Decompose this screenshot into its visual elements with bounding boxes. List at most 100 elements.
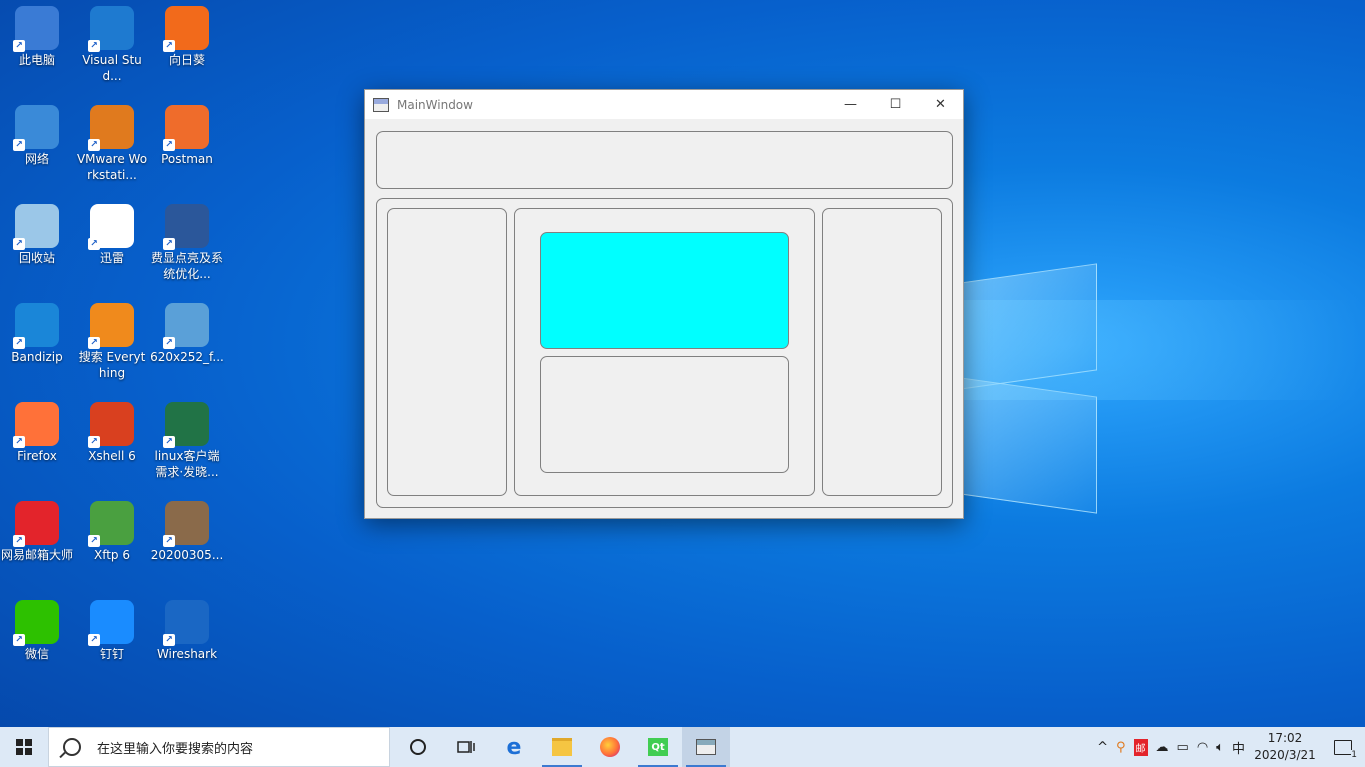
network-wifi-icon[interactable]: ◠: [1197, 740, 1208, 755]
shortcut-arrow-icon: ↗: [163, 436, 175, 448]
lower-center-panel: [540, 356, 789, 473]
desktop-icon[interactable]: ↗ Visual Stud...: [75, 6, 149, 84]
desktop-icon[interactable]: ↗ 此电脑: [0, 6, 74, 68]
windows-start-icon: [16, 739, 32, 755]
maximize-button[interactable]: ☐: [873, 90, 918, 119]
edge-icon: e: [506, 734, 522, 760]
taskbar: 在这里输入你要搜索的内容 e Qt ^ ⚲ 邮 ☁ ▭ ◠ 🔈︎ 中 17:02: [0, 727, 1365, 767]
show-hidden-icons-button[interactable]: ^: [1097, 740, 1108, 755]
shortcut-arrow-icon: ↗: [163, 238, 175, 250]
excel-doc-icon: ↗: [163, 402, 209, 448]
desktop-icon[interactable]: ↗ 20200305...: [150, 501, 224, 563]
main-window[interactable]: MainWindow — ☐ ✕: [364, 89, 964, 519]
desktop-icon-label: 20200305...: [150, 548, 224, 562]
left-panel: [387, 208, 507, 496]
firefox-icon: [600, 737, 620, 757]
shortcut-arrow-icon: ↗: [13, 139, 25, 151]
everything-search-icon: ↗: [88, 303, 134, 349]
cortana-button[interactable]: [394, 727, 442, 767]
desktop-icon-label: 钉钉: [99, 647, 124, 661]
netease-mail-icon: ↗: [13, 501, 59, 547]
xftp-icon: ↗: [88, 501, 134, 547]
search-placeholder: 在这里输入你要搜索的内容: [97, 741, 254, 757]
notification-count: 1: [1351, 750, 1357, 760]
shortcut-arrow-icon: ↗: [88, 139, 100, 151]
desktop-icon[interactable]: ↗ Xshell 6: [75, 402, 149, 464]
shortcut-arrow-icon: ↗: [88, 40, 100, 52]
shortcut-arrow-icon: ↗: [88, 634, 100, 646]
minimize-button[interactable]: —: [828, 90, 873, 119]
image-file-icon: ↗: [163, 501, 209, 547]
shortcut-arrow-icon: ↗: [88, 535, 100, 547]
desktop-icon[interactable]: ↗ 620x252_f...: [150, 303, 224, 365]
shortcut-arrow-icon: ↗: [163, 40, 175, 52]
shortcut-arrow-icon: ↗: [13, 40, 25, 52]
desktop-icon[interactable]: ↗ 费显点亮及系统优化...: [150, 204, 224, 282]
notification-icon: [1334, 739, 1352, 755]
task-view-icon: [457, 741, 475, 753]
this-pc-icon: ↗: [13, 6, 59, 52]
netease-mail-tray-icon[interactable]: 邮: [1133, 738, 1148, 756]
sunflower-icon: ↗: [163, 6, 209, 52]
desktop-icon-label: VMware Workstati...: [76, 152, 148, 182]
desktop-icon[interactable]: ↗ Firefox: [0, 402, 74, 464]
desktop-icon[interactable]: ↗ linux客户端需求·发晓...: [150, 402, 224, 480]
action-center-button[interactable]: 1: [1321, 727, 1365, 767]
firefox-button[interactable]: [586, 727, 634, 767]
desktop-icon-label: 费显点亮及系统优化...: [150, 251, 223, 281]
desktop-icon[interactable]: ↗ 网络: [0, 105, 74, 167]
clock[interactable]: 17:02 2020/3/21: [1249, 730, 1321, 764]
desktop-icon-label: Bandizip: [11, 350, 63, 364]
shortcut-arrow-icon: ↗: [163, 337, 175, 349]
desktop-icon-label: 迅雷: [99, 251, 124, 265]
window-titlebar[interactable]: MainWindow — ☐ ✕: [365, 90, 963, 119]
window-title: MainWindow: [397, 97, 473, 112]
start-button[interactable]: [0, 727, 48, 767]
task-view-button[interactable]: [442, 727, 490, 767]
desktop-icon[interactable]: ↗ Xftp 6: [75, 501, 149, 563]
cyan-panel: [540, 232, 789, 349]
onedrive-icon[interactable]: ☁: [1156, 740, 1169, 755]
desktop-icon[interactable]: ↗ Wireshark: [150, 600, 224, 662]
desktop-icon[interactable]: ↗ 搜索 Everything: [75, 303, 149, 381]
shortcut-arrow-icon: ↗: [163, 535, 175, 547]
everything-tray-icon[interactable]: ⚲: [1116, 740, 1126, 755]
desktop-icon[interactable]: ↗ 微信: [0, 600, 74, 662]
close-button[interactable]: ✕: [918, 90, 963, 119]
desktop-icon[interactable]: ↗ Postman: [150, 105, 224, 167]
qt-creator-icon: Qt: [648, 738, 668, 756]
network-icon: ↗: [13, 105, 59, 151]
desktop-icon[interactable]: ↗ 向日葵: [150, 6, 224, 68]
cortana-icon: [410, 739, 426, 755]
desktop-icon[interactable]: ↗ 钉钉: [75, 600, 149, 662]
volume-icon[interactable]: 🔈︎: [1216, 740, 1224, 755]
desktop-icon[interactable]: ↗ VMware Workstati...: [75, 105, 149, 183]
taskbar-search-box[interactable]: 在这里输入你要搜索的内容: [48, 727, 390, 767]
shortcut-arrow-icon: ↗: [13, 337, 25, 349]
qt-creator-button[interactable]: Qt: [634, 727, 682, 767]
firefox-icon: ↗: [13, 402, 59, 448]
battery-icon[interactable]: ▭: [1177, 740, 1189, 755]
edge-button[interactable]: e: [490, 727, 538, 767]
file-explorer-button[interactable]: [538, 727, 586, 767]
shortcut-arrow-icon: ↗: [88, 436, 100, 448]
desktop-icon-label: 向日葵: [168, 53, 205, 67]
desktop-icon[interactable]: ↗ Bandizip: [0, 303, 74, 365]
desktop-icon-label: 回收站: [18, 251, 55, 265]
desktop-icon-label: 此电脑: [18, 53, 55, 67]
shortcut-arrow-icon: ↗: [13, 634, 25, 646]
desktop-icon[interactable]: ↗ 网易邮箱大师: [0, 501, 74, 563]
shortcut-arrow-icon: ↗: [163, 634, 175, 646]
recycle-bin-icon: ↗: [13, 204, 59, 250]
ime-indicator[interactable]: 中: [1232, 738, 1245, 757]
xshell-icon: ↗: [88, 402, 134, 448]
desktop-icon[interactable]: ↗ 回收站: [0, 204, 74, 266]
postman-icon: ↗: [163, 105, 209, 151]
shortcut-arrow-icon: ↗: [13, 436, 25, 448]
search-icon: [63, 738, 81, 756]
desktop-icon[interactable]: ↗ 迅雷: [75, 204, 149, 266]
wechat-icon: ↗: [13, 600, 59, 646]
mainwindow-taskbar-button[interactable]: [682, 727, 730, 767]
shortcut-arrow-icon: ↗: [13, 238, 25, 250]
vmware-icon: ↗: [88, 105, 134, 151]
